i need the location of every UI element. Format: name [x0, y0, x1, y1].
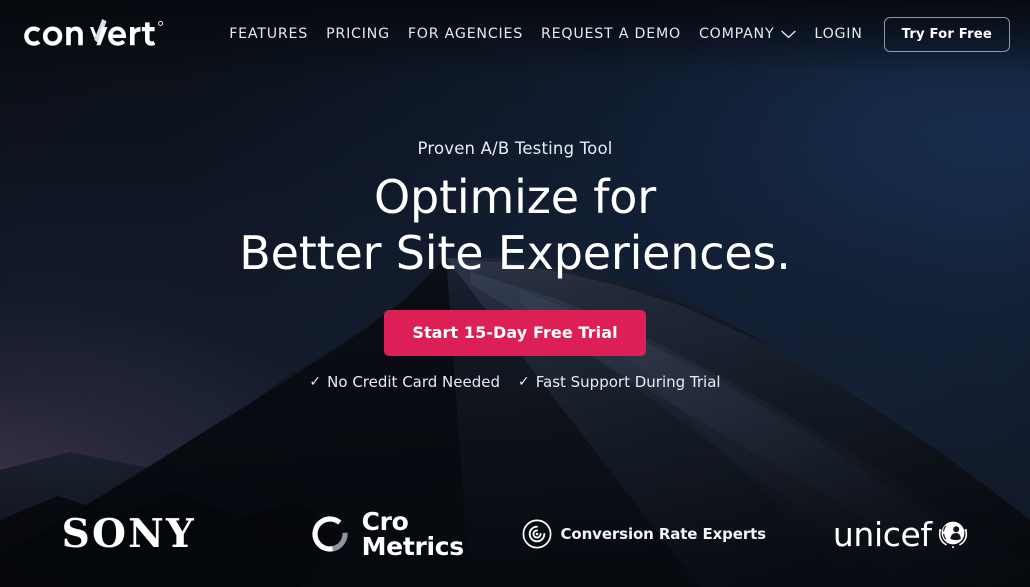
trust-badge-fast-support: ✓ Fast Support During Trial — [518, 373, 721, 391]
start-free-trial-button[interactable]: Start 15-Day Free Trial — [384, 310, 646, 356]
hero-headline: Optimize for Better Site Experiences. — [239, 169, 791, 281]
trust-badge-no-credit-card-label: No Credit Card Needed — [327, 373, 501, 391]
try-for-free-button[interactable]: Try For Free — [883, 16, 1010, 52]
chevron-down-icon — [781, 30, 797, 38]
background-vignette — [0, 0, 1030, 587]
landing-page-hero: FEATURES PRICING FOR AGENCIES REQUEST A … — [0, 0, 1030, 587]
nav-item-pricing-label: PRICING — [326, 26, 390, 42]
check-icon: ✓ — [309, 374, 322, 390]
nav-item-company-label: COMPANY — [698, 26, 775, 42]
main-navigation: FEATURES PRICING FOR AGENCIES REQUEST A … — [220, 16, 1010, 52]
trust-badge-fast-support-label: Fast Support During Trial — [535, 373, 721, 391]
hero-headline-line1: Optimize for — [374, 170, 656, 224]
sony-wordmark: SONY — [61, 511, 196, 557]
client-logo-sony: SONY — [0, 503, 258, 565]
unicef-wordmark: unicef — [832, 514, 932, 554]
convert-logo[interactable] — [22, 17, 164, 51]
unicef-emblem-icon — [938, 521, 967, 548]
conversion-rate-experts-wordmark: Conversion Rate Experts — [560, 525, 767, 543]
client-logo-conversion-rate-experts: Conversion Rate Experts — [515, 503, 773, 565]
hero-eyebrow: Proven A/B Testing Tool — [417, 139, 613, 158]
convert-wordmark-icon — [24, 19, 164, 46]
nav-item-for-agencies-label: FOR AGENCIES — [407, 26, 524, 42]
client-logo-strip: SONY Cro Metrics Conversion Rate Experts… — [0, 503, 1030, 565]
nav-item-features-label: FEATURES — [229, 26, 309, 42]
nav-item-login-label: LOGIN — [814, 26, 863, 42]
cro-metrics-ring-icon — [311, 516, 348, 552]
nav-item-features[interactable]: FEATURES — [220, 20, 317, 48]
cro-metrics-line1: Cro — [361, 507, 409, 536]
conversion-rate-experts-spiral-icon — [522, 519, 551, 549]
hero-headline-line2: Better Site Experiences. — [239, 226, 791, 280]
trust-badge-no-credit-card: ✓ No Credit Card Needed — [309, 373, 500, 391]
nav-item-request-a-demo-label: REQUEST A DEMO — [541, 26, 681, 42]
nav-item-request-a-demo[interactable]: REQUEST A DEMO — [532, 20, 690, 48]
client-logo-unicef: unicef — [773, 503, 1030, 565]
nav-item-pricing[interactable]: PRICING — [317, 20, 399, 48]
client-logo-cro-metrics: Cro Metrics — [258, 503, 516, 565]
check-icon: ✓ — [518, 374, 530, 390]
nav-item-for-agencies[interactable]: FOR AGENCIES — [399, 20, 532, 48]
cro-metrics-line2: Metrics — [361, 532, 465, 561]
registered-mark-icon — [158, 20, 164, 26]
nav-item-company[interactable]: COMPANY — [690, 20, 805, 48]
hero-trust-badges: ✓ No Credit Card Needed ✓ Fast Support D… — [309, 373, 720, 391]
site-header: FEATURES PRICING FOR AGENCIES REQUEST A … — [0, 0, 1030, 68]
nav-item-login[interactable]: LOGIN — [805, 20, 871, 48]
